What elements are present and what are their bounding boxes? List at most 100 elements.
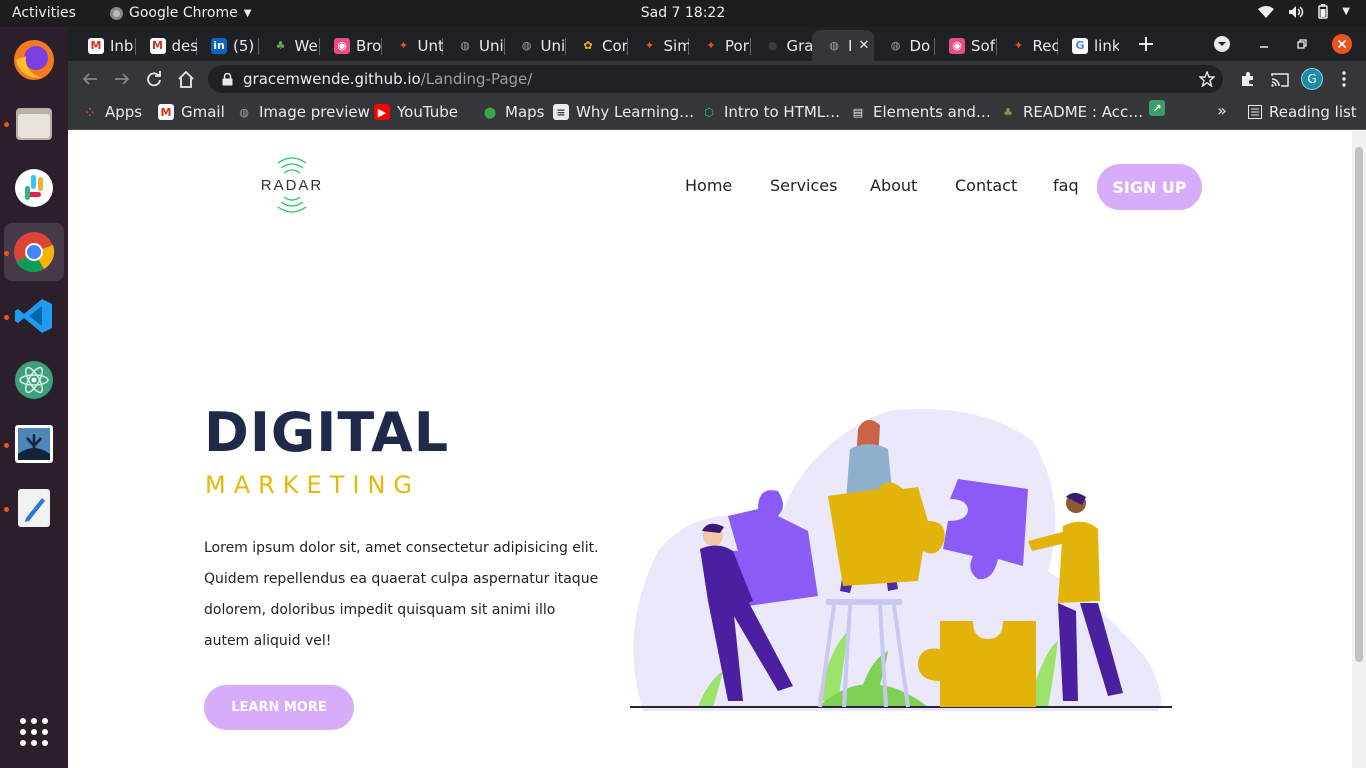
gmail-icon: M <box>158 104 174 120</box>
nav-faq[interactable]: faq <box>1053 176 1079 195</box>
linkedin-icon: in <box>211 37 227 54</box>
bookmark-item[interactable]: ◍ Image preview <box>236 103 370 121</box>
page-scrollbar[interactable] <box>1352 131 1366 768</box>
browser-tab[interactable]: ✦ Sim <box>628 30 689 61</box>
nav-contact[interactable]: Contact <box>955 176 1017 195</box>
profile-button[interactable]: G <box>1300 67 1324 91</box>
nav-services[interactable]: Services <box>770 176 837 195</box>
browser-tab[interactable]: M Inb <box>74 30 135 61</box>
reload-icon <box>147 71 161 87</box>
browser-tab[interactable]: Mdes <box>136 30 197 61</box>
bookmark-item[interactable]: ▤ Elements and… <box>850 103 991 121</box>
tab-title: Gra <box>786 36 812 55</box>
vscode-launcher[interactable] <box>4 287 64 345</box>
bookmark-label: Why Learning… <box>576 103 695 121</box>
address-bar[interactable]: gracemwende.github.io/Landing-Page/ <box>208 65 1223 93</box>
files-launcher[interactable] <box>4 95 64 153</box>
browser-tab[interactable]: Glink <box>1058 30 1119 61</box>
hero-description: Lorem ipsum dolor sit, amet consectetur … <box>204 540 599 649</box>
browser-tab[interactable]: in (5) <box>197 30 258 61</box>
system-top-bar: Activities Google Chrome ▼ Sad 7 18:22 ▼ <box>0 0 1366 27</box>
browser-tab[interactable]: ✦ Rec <box>997 30 1058 61</box>
close-tab-icon[interactable]: ✕ <box>858 38 869 53</box>
browser-tab[interactable]: ◍ Uni <box>443 30 504 61</box>
bookmark-star-icon[interactable] <box>1199 71 1215 87</box>
volume-icon <box>1289 5 1304 18</box>
atom-launcher[interactable] <box>4 351 64 409</box>
gmail-icon: M <box>149 37 166 54</box>
browser-tab[interactable]: ◉ Sof <box>935 30 996 61</box>
plus-icon <box>1139 37 1153 51</box>
tab-strip: M Inb Mdes in (5) ♣ We ◉ Bro ✦ Unt ◍ Uni ◍ Uni ✿ Cor ✦ Sim… <box>68 27 1366 61</box>
browser-tab[interactable]: ♣ We <box>259 30 320 61</box>
extension-teal-icon: ↗ <box>1149 100 1165 116</box>
caret-down-icon: ▼ <box>243 7 252 19</box>
atom-icon <box>15 361 53 399</box>
radar-logo[interactable]: RADAR <box>256 153 328 217</box>
nav-about[interactable]: About <box>870 176 917 195</box>
home-button[interactable] <box>174 67 198 91</box>
extension-icon-teal[interactable]: ↗ <box>1149 100 1165 116</box>
tab-search-button[interactable] <box>1210 32 1234 56</box>
wifi-icon <box>1258 5 1275 18</box>
extensions-button[interactable] <box>1236 67 1260 91</box>
new-tab-button[interactable] <box>1134 32 1158 56</box>
app-menu[interactable]: Google Chrome ▼ <box>110 5 251 21</box>
chrome-menu-button[interactable] <box>1332 67 1356 91</box>
logo-text: RADAR <box>260 177 324 194</box>
tab-title: Inb <box>110 36 134 55</box>
vscode-icon <box>15 299 52 333</box>
reading-list-button[interactable]: Reading list <box>1248 103 1357 121</box>
bookmarks-overflow-button[interactable]: » <box>1217 101 1227 120</box>
tab-title: Sim <box>663 36 689 55</box>
cast-button[interactable] <box>1268 67 1292 91</box>
doc-icon: ▤ <box>852 105 864 119</box>
browser-tab[interactable]: ✿ Cor <box>566 30 627 61</box>
learn-more-button[interactable]: LEARN MORE <box>204 685 354 730</box>
bookmark-item[interactable]: ♣ README : Acc… <box>1000 103 1143 121</box>
text-editor-launcher[interactable] <box>4 479 64 537</box>
photo-app-launcher[interactable] <box>4 415 64 473</box>
restore-button[interactable] <box>1290 32 1314 56</box>
bookmark-item[interactable]: ⁘ Apps <box>82 103 142 121</box>
reload-button[interactable] <box>142 67 166 91</box>
minimize-button[interactable] <box>1252 32 1276 56</box>
system-tray[interactable]: ▼ <box>1258 4 1350 19</box>
back-button[interactable] <box>78 67 102 91</box>
app-grid-icon <box>20 718 48 746</box>
youtube-icon: ▶ <box>374 104 390 120</box>
bookmark-label: Gmail <box>181 103 225 121</box>
tab-title: Rec <box>1032 36 1058 55</box>
activities-button[interactable]: Activities <box>12 5 76 21</box>
bookmark-label: Maps <box>505 103 545 121</box>
browser-tab[interactable]: ◍ Uni <box>505 30 566 61</box>
close-window-button[interactable] <box>1330 32 1354 56</box>
forward-button[interactable] <box>110 67 134 91</box>
signup-button[interactable]: SIGN UP <box>1097 164 1202 210</box>
chrome-launcher[interactable] <box>4 223 64 281</box>
show-applications-button[interactable] <box>4 703 64 761</box>
chrome-icon <box>14 232 55 273</box>
browser-tab[interactable]: ◍ I ✕ <box>812 30 874 61</box>
browser-tab[interactable]: ✦ Por <box>689 30 750 61</box>
browser-tab[interactable]: ◍ Do <box>874 30 935 61</box>
bookmark-item[interactable]: ⬡ Intro to HTML… <box>701 103 840 121</box>
bookmark-item[interactable]: M Gmail <box>158 103 225 121</box>
maps-icon: ⬤ <box>483 105 497 119</box>
browser-tab[interactable]: ● Gra <box>751 30 812 61</box>
clock[interactable]: Sad 7 18:22 <box>641 5 726 21</box>
scrollbar-thumb[interactable] <box>1355 147 1363 662</box>
firefox-launcher[interactable] <box>4 31 64 89</box>
back-arrow-icon <box>82 73 97 85</box>
bookmark-item[interactable]: ≡ Why Learning… <box>553 103 694 121</box>
figma-icon: ✦ <box>1013 39 1024 52</box>
browser-tab[interactable]: ✦ Unt <box>382 30 443 61</box>
bookmark-item[interactable]: ⬤ Maps <box>482 103 545 121</box>
dribbble-icon: ◉ <box>949 37 965 54</box>
slack-launcher[interactable] <box>4 159 64 217</box>
bookmark-label: Apps <box>105 103 143 121</box>
bookmark-item[interactable]: ▶ YouTube <box>374 103 458 121</box>
browser-tab[interactable]: ◉ Bro <box>320 30 381 61</box>
nav-home[interactable]: Home <box>685 176 732 195</box>
notes-icon: ≡ <box>553 104 569 120</box>
